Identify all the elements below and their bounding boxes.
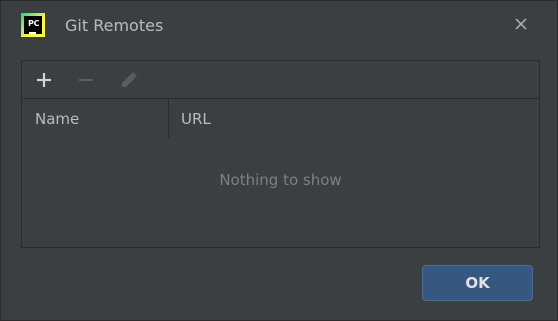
pycharm-logo-icon: PC bbox=[21, 13, 45, 37]
remotes-panel: Name URL Nothing to show bbox=[21, 60, 540, 248]
empty-state-text: Nothing to show bbox=[219, 171, 342, 189]
edit-remote-button[interactable] bbox=[117, 68, 141, 92]
minus-icon bbox=[79, 78, 93, 82]
plus-icon bbox=[37, 73, 51, 87]
close-icon bbox=[515, 18, 527, 30]
title-bar: PC Git Remotes bbox=[1, 1, 557, 51]
column-header-url[interactable]: URL bbox=[169, 99, 539, 138]
dialog-title: Git Remotes bbox=[65, 16, 164, 35]
add-remote-button[interactable] bbox=[32, 68, 56, 92]
git-remotes-dialog: PC Git Remotes Name URL Nothing to show … bbox=[0, 0, 558, 321]
pencil-icon bbox=[122, 72, 137, 87]
table-header: Name URL bbox=[22, 98, 539, 139]
ok-button[interactable]: OK bbox=[422, 265, 533, 301]
column-header-name[interactable]: Name bbox=[22, 99, 169, 138]
remotes-table-body[interactable]: Nothing to show bbox=[22, 138, 539, 247]
remove-remote-button[interactable] bbox=[74, 68, 98, 92]
remotes-toolbar bbox=[22, 61, 539, 98]
logo-text: PC bbox=[28, 19, 40, 28]
close-button[interactable] bbox=[508, 11, 534, 37]
